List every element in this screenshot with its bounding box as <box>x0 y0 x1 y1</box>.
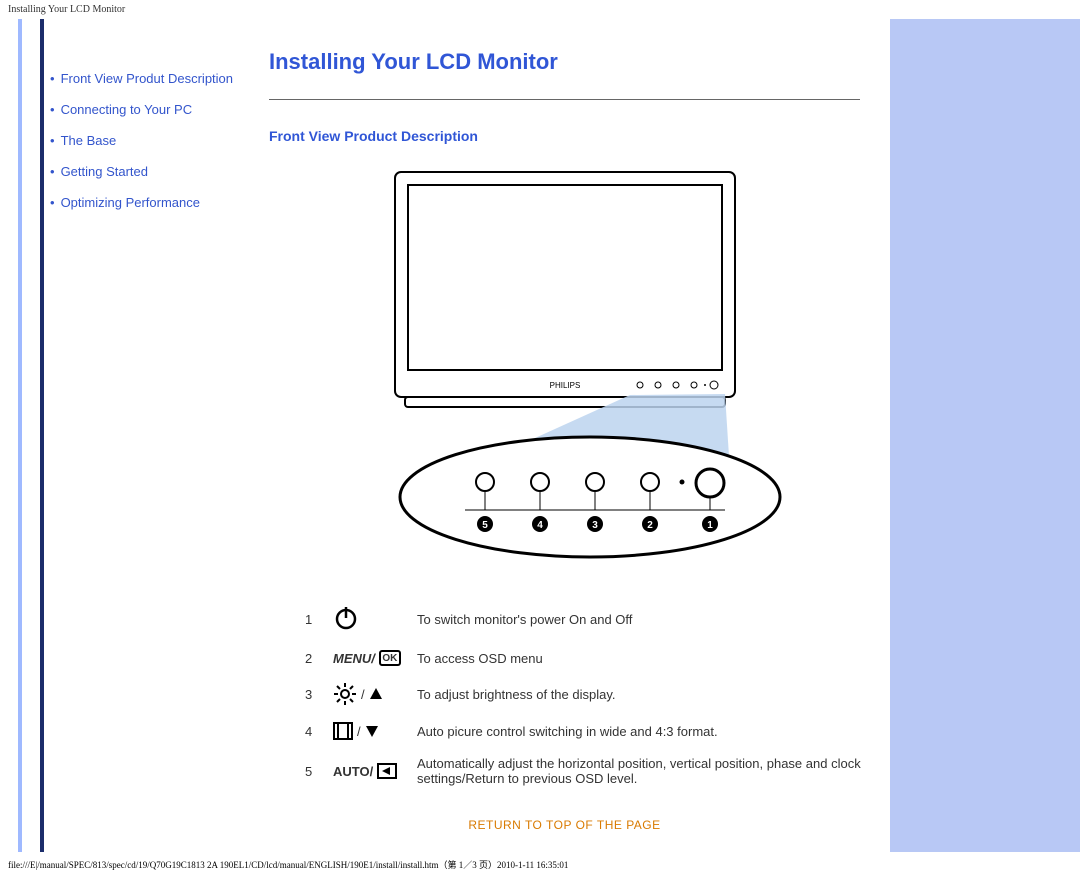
control-desc: Auto picure control switching in wide an… <box>411 714 890 748</box>
control-desc: To access OSD menu <box>411 642 890 674</box>
control-desc: Automatically adjust the horizontal posi… <box>411 748 890 794</box>
sidebar-link[interactable]: Front View Produt Description <box>61 71 233 86</box>
sidebar-link[interactable]: Getting Started <box>61 164 148 179</box>
sidebar-item-base[interactable]: • The Base <box>50 133 251 148</box>
aspect-down-icon: / <box>333 722 405 740</box>
auto-back-icon: AUTO/ <box>333 763 405 779</box>
auto-text: AUTO/ <box>333 764 373 779</box>
sidebar-nav: • Front View Produt Description • Connec… <box>44 19 259 852</box>
brightness-up-icon: / <box>333 682 405 706</box>
return-to-top-link[interactable]: RETURN TO TOP OF THE PAGE <box>269 818 860 832</box>
control-icon-cell: AUTO/ <box>327 748 411 794</box>
sidebar-link[interactable]: The Base <box>61 133 117 148</box>
control-icon-cell: / <box>327 714 411 748</box>
bullet-icon: • <box>50 102 55 117</box>
control-number: 5 <box>299 748 327 794</box>
brand-label: PHILIPS <box>549 381 580 390</box>
left-accent-bars <box>0 19 44 852</box>
footer-path-text: file:///E|/manual/SPEC/813/spec/cd/19/Q7… <box>0 852 1080 877</box>
header-path-text: Installing Your LCD Monitor <box>0 0 1080 19</box>
sidebar-item-getting-started[interactable]: • Getting Started <box>50 164 251 179</box>
sidebar-item-optimizing[interactable]: • Optimizing Performance <box>50 195 251 210</box>
svg-text:4: 4 <box>537 520 543 531</box>
control-desc: To switch monitor's power On and Off <box>411 597 890 642</box>
control-number: 3 <box>299 674 327 714</box>
menu-text: MENU/ <box>333 651 375 666</box>
svg-text:2: 2 <box>647 520 653 531</box>
control-number: 4 <box>299 714 327 748</box>
power-icon <box>333 619 359 634</box>
sidebar-link[interactable]: Connecting to Your PC <box>61 102 193 117</box>
sidebar-item-connecting[interactable]: • Connecting to Your PC <box>50 102 251 117</box>
svg-text:5: 5 <box>482 520 488 531</box>
accent-bar-light <box>18 19 22 852</box>
control-number: 1 <box>299 597 327 642</box>
sidebar-item-front-view[interactable]: • Front View Produt Description <box>50 71 251 86</box>
monitor-diagram: PHILIPS <box>269 162 860 572</box>
control-number: 2 <box>299 642 327 674</box>
control-icon-cell <box>327 597 411 642</box>
svg-text:3: 3 <box>592 520 598 531</box>
bullet-icon: • <box>50 71 55 86</box>
section-heading: Front View Product Description <box>269 128 860 144</box>
table-row: 2 MENU/ OK To access OSD menu <box>299 642 890 674</box>
title-separator <box>269 99 860 100</box>
bullet-icon: • <box>50 195 55 210</box>
svg-text:1: 1 <box>707 520 713 531</box>
right-accent-band <box>890 19 1080 852</box>
control-desc: To adjust brightness of the display. <box>411 674 890 714</box>
page-container: • Front View Produt Description • Connec… <box>0 19 1080 852</box>
control-icon-cell: / <box>327 674 411 714</box>
menu-ok-icon: MENU/ OK <box>333 650 405 666</box>
control-icon-cell: MENU/ OK <box>327 642 411 674</box>
bullet-icon: • <box>50 133 55 148</box>
main-content: Installing Your LCD Monitor Front View P… <box>259 19 890 852</box>
bullet-icon: • <box>50 164 55 179</box>
monitor-svg: PHILIPS <box>330 162 800 572</box>
table-row: 3 / To adjust brightness of the display. <box>299 674 890 714</box>
page-title: Installing Your LCD Monitor <box>269 49 860 75</box>
table-row: 1 To switch monitor's power On and Off <box>299 597 890 642</box>
controls-table: 1 To switch monitor's power On and Off 2… <box>299 597 890 794</box>
ok-box-icon: OK <box>379 650 401 666</box>
table-row: 5 AUTO/ Automatically adjust the horizon… <box>299 748 890 794</box>
table-row: 4 / Auto picure control switching in wid… <box>299 714 890 748</box>
sidebar-link[interactable]: Optimizing Performance <box>61 195 200 210</box>
